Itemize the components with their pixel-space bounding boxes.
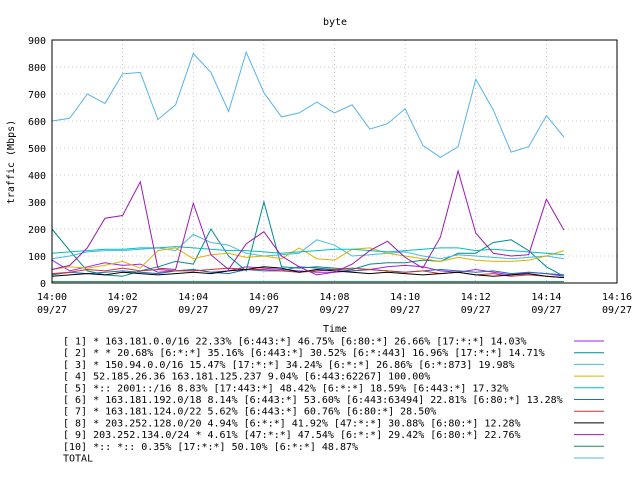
x-tick-time: 14:16 [602,292,632,303]
x-tick-date: 09/27 [249,305,279,316]
legend-label: [ 3] * 150.94.0.0/16 15.47% [17:*:*] 34.… [63,360,515,371]
series-line-9 [51,169,565,276]
legend-label: [ 8] * 203.252.128.0/20 4.94% [6:*:*] 41… [63,418,521,429]
y-tick-label: 100 [28,252,46,263]
x-tick-date: 09/27 [37,305,67,316]
chart-title: byte [323,17,347,28]
legend-label: TOTAL [63,454,93,465]
legend-label: [ 5] *:: 2001::/16 8.83% [17:443:*] 48.4… [63,383,509,394]
y-tick-label: 800 [28,63,46,74]
legend-label: [ 1] * 163.181.0.0/16 22.33% [6:443:*] 4… [63,337,527,348]
x-tick-date: 09/27 [319,305,349,316]
x-tick-date: 09/27 [108,305,138,316]
x-tick-time: 14:02 [108,292,138,303]
traffic-chart: byte traffic (Mbps) Time 0 100 200 300 400 50… [6,17,632,465]
y-tick-label: 500 [28,144,46,155]
y-tick-label: 700 [28,90,46,101]
x-tick-time: 14:00 [37,292,67,303]
x-tick-time: 14:12 [461,292,491,303]
legend-label: [ 9] 203.252.134.0/24 * 4.61% [47:*:*] 4… [63,430,521,441]
series-line-11 [51,50,565,158]
x-tick-date: 09/27 [390,305,420,316]
legend: [ 1] * 163.181.0.0/16 22.33% [6:443:*] 4… [63,337,604,465]
x-tick-time: 14:06 [249,292,279,303]
plot-grid [52,40,617,283]
legend-label: [10] *:: *:: 0.35% [17:*:*] 50.10% [6:*:… [63,442,358,453]
y-tick-label: 900 [28,36,46,47]
legend-label: [ 2] * * 20.68% [6:*:*] 35.16% [6:443:*]… [63,348,545,359]
x-tick-time: 14:10 [390,292,420,303]
x-tick-date: 09/27 [602,305,632,316]
legend-label: [ 7] * 163.181.124.0/22 5.62% [6:443:*] … [63,407,436,418]
x-tick-time: 14:14 [531,292,561,303]
y-tick-label: 0 [40,279,46,290]
series-lines [51,50,565,283]
y-tick-label: 600 [28,117,46,128]
y-axis-label: traffic (Mbps) [6,120,17,204]
series-line-8 [51,266,565,279]
y-tick-label: 400 [28,171,46,182]
x-tick-time: 14:08 [319,292,349,303]
x-tick-time: 14:04 [178,292,208,303]
y-tick-label: 200 [28,225,46,236]
legend-label: [ 4] 52.185.26.36 163.181.125.237 9.04% … [63,372,430,383]
x-tick-date: 09/27 [531,305,561,316]
x-axis-label: Time [323,324,347,335]
y-tick-label: 300 [28,198,46,209]
x-tick-date: 09/27 [461,305,491,316]
legend-label: [ 6] * 163.181.192.0/18 8.14% [6:443:*] … [63,395,563,406]
x-tick-date: 09/27 [178,305,208,316]
axis-ticks: 0 100 200 300 400 500 600 700 800 900 14:00 09/27 14… [28,36,632,316]
